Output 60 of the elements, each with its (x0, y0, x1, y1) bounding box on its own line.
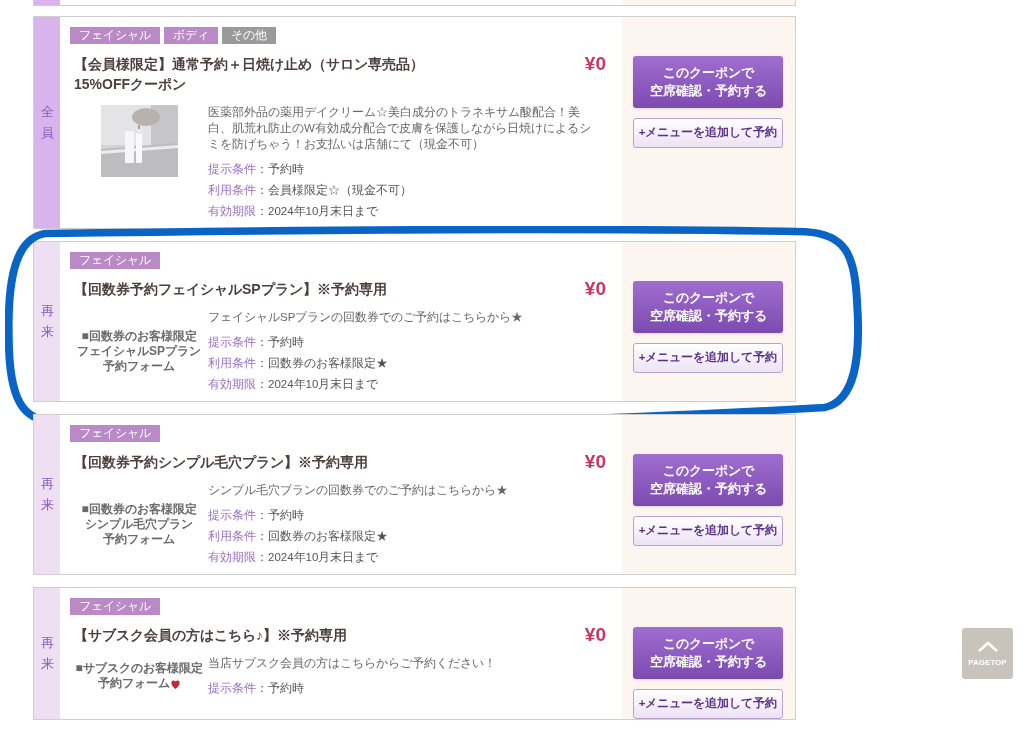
price: ¥0 (584, 452, 606, 472)
banner-text: フェイシャルSPプラン (77, 343, 201, 359)
condition-label: 提示条件 (208, 335, 256, 350)
coupon-title: 【サブスク会員の方はこちら♪】※予約専用 (74, 626, 348, 645)
condition-value: ：回数券のお客様限定★ (256, 356, 388, 371)
coupon-title: 【回数券予約フェイシャルSPプラン】※予約専用 (74, 280, 388, 299)
price: ¥0 (584, 625, 606, 645)
condition-value: ：予約時 (256, 162, 304, 177)
condition-value: ：予約時 (256, 335, 304, 350)
coupon-description: 当店サブスク会員の方はこちらからご予約ください！ (208, 656, 497, 671)
coupon-description: シンプル毛穴プランの回数券でのご予約はこちらから★ (208, 483, 509, 498)
reserve-button[interactable]: このクーポンで 空席確認・予約する (633, 454, 783, 506)
banner-text: ■サブスクのお客様限定 (75, 661, 203, 676)
category-tag: ボディ (164, 27, 218, 44)
condition-value: ：予約時 (256, 508, 304, 523)
category-tag: フェイシャル (70, 598, 160, 615)
pagetop-label: PAGETOP (968, 658, 1007, 667)
add-menu-button[interactable]: +メニューを追加して予約 (633, 516, 783, 546)
reserve-button[interactable]: このクーポンで 空席確認・予約する (633, 281, 783, 333)
banner-text: 予約フォーム (103, 358, 175, 374)
condition-label: 有効期限 (208, 204, 256, 219)
condition-value: ：会員様限定☆（現金不可） (256, 183, 412, 198)
banner-text: ■回数券のお客様限定 (81, 501, 197, 517)
chevron-up-icon (976, 640, 999, 653)
condition-value: ：予約時 (256, 681, 304, 696)
condition-label: 提示条件 (208, 162, 256, 177)
coupon-title: 【回数券予約シンプル毛穴プラン】※予約専用 (74, 453, 369, 472)
reserve-button[interactable]: このクーポンで 空席確認・予約する (633, 56, 783, 108)
condition-label: 利用条件 (208, 529, 256, 544)
category-tag: その他 (222, 27, 276, 44)
condition-value: ：2024年10月末日まで (256, 550, 379, 565)
add-menu-button[interactable]: +メニューを追加して予約 (633, 343, 783, 373)
coupon-description: フェイシャルSPプランの回数券でのご予約はこちらから★ (208, 310, 525, 325)
condition-value: ：回数券のお客様限定★ (256, 529, 388, 544)
audience-label: 全員 (40, 102, 54, 142)
price: ¥0 (584, 54, 606, 74)
category-tag: フェイシャル (70, 425, 160, 442)
condition-value: ：2024年10月末日まで (256, 377, 379, 392)
condition-value: ：2024年10月末日まで (256, 204, 379, 219)
banner-text: 予約フォーム (103, 531, 175, 547)
condition-label: 有効期限 (208, 550, 256, 565)
coupon-title: 【会員様限定】通常予約＋日焼け止め（サロン専売品）15%OFFクーポン (74, 55, 425, 94)
add-menu-button[interactable]: +メニューを追加して予約 (633, 118, 783, 148)
category-tag: フェイシャル (70, 252, 160, 269)
condition-label: 提示条件 (208, 681, 256, 696)
condition-label: 有効期限 (208, 377, 256, 392)
banner-text: 予約フォーム (98, 676, 170, 691)
banner-text: シンプル毛穴プラン (85, 516, 193, 532)
audience-label: 再来 (40, 474, 54, 514)
condition-label: 利用条件 (208, 356, 256, 371)
price: ¥0 (584, 279, 606, 299)
condition-label: 利用条件 (208, 183, 256, 198)
category-tag: フェイシャル (70, 27, 160, 44)
coupon-description: 医薬部外品の薬用デイクリーム☆美白成分のトラネキサム酸配合！美白、肌荒れ防止のW有効成分配合で皮膚を保護しながら日焼けによるシミを防げちゃう！お支払いは店舗にて（現金不可） (208, 105, 592, 152)
audience-label: 再来 (40, 633, 54, 673)
banner-text: ■回数券のお客様限定 (81, 328, 197, 344)
audience-label: 再来 (40, 301, 54, 341)
reserve-button[interactable]: このクーポンで 空席確認・予約する (633, 627, 783, 679)
add-menu-button[interactable]: +メニューを追加して予約 (633, 689, 783, 719)
condition-label: 提示条件 (208, 508, 256, 523)
